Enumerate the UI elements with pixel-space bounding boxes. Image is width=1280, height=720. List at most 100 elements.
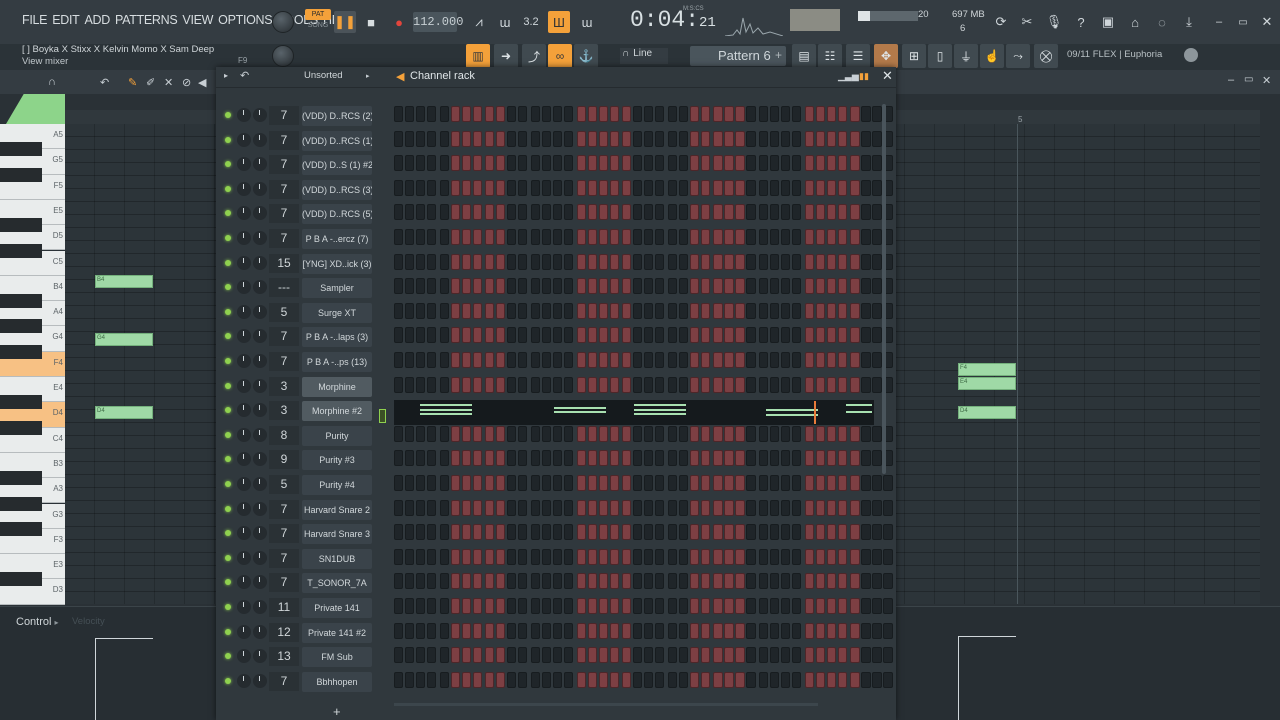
channel-pan-knob[interactable] [237,649,251,664]
step-button[interactable] [861,278,871,295]
step-button[interactable] [609,524,619,541]
step-button[interactable] [667,106,678,122]
channel-volume-knob[interactable] [253,231,267,245]
step-button[interactable] [644,450,654,467]
step-button[interactable] [563,598,574,614]
step-button[interactable] [815,253,825,270]
step-button[interactable] [450,598,460,614]
step-button[interactable] [415,204,426,221]
step-button[interactable] [552,671,563,688]
step-button[interactable] [837,376,847,393]
piano-black-key[interactable] [0,471,42,486]
mixer-track-number[interactable]: 7 [269,106,299,125]
step-button[interactable] [781,106,791,122]
step-button[interactable] [472,647,482,664]
channel-volume-knob[interactable] [253,132,267,147]
channel-name-button[interactable]: Private 141 [302,598,372,618]
step-button[interactable] [826,524,836,541]
step-button[interactable] [576,671,586,688]
step-button[interactable] [815,647,825,664]
mixer-track-number[interactable]: 8 [269,425,299,445]
channel-name-button[interactable]: [YNG] XD..ick (3) [302,253,372,274]
step-button[interactable] [770,499,780,516]
step-button[interactable] [461,179,471,196]
step-button[interactable] [598,376,608,393]
step-button[interactable] [735,425,745,442]
step-button[interactable] [678,352,689,368]
step-button[interactable] [667,548,678,565]
step-button[interactable] [426,598,437,614]
step-button[interactable] [507,302,517,319]
step-button[interactable] [394,425,404,442]
step-button[interactable] [689,229,699,245]
step-button[interactable] [415,253,426,270]
step-button[interactable] [485,253,495,270]
mixer-track-number[interactable]: 7 [269,155,299,175]
mixer-track-number[interactable]: 7 [269,671,299,691]
step-button[interactable] [622,499,632,516]
step-button[interactable] [861,179,871,196]
step-button[interactable] [518,425,528,442]
step-button[interactable] [861,622,871,639]
step-button[interactable] [792,499,802,516]
note[interactable]: G4 [95,333,153,346]
step-button[interactable] [633,204,643,221]
step-button[interactable] [700,302,710,319]
step-button[interactable] [837,475,847,491]
step-button[interactable] [633,450,643,467]
step-button[interactable] [781,647,791,664]
step-button[interactable] [713,229,723,245]
step-button[interactable] [700,573,710,590]
step-button[interactable] [426,302,437,319]
step-button[interactable] [609,573,619,590]
step-button[interactable] [496,204,506,221]
step-button[interactable] [792,450,802,467]
plugin-db-button[interactable]: ⏚ [954,44,978,68]
step-button[interactable] [633,106,643,122]
step-button[interactable] [850,475,860,491]
step-button[interactable] [724,179,734,196]
step-button[interactable] [667,499,678,516]
step-button[interactable] [472,450,482,467]
mixer-track-number[interactable]: 13 [269,647,299,667]
channel-pan-knob[interactable] [237,108,251,122]
step-button[interactable] [678,573,689,590]
step-button[interactable] [507,598,517,614]
pr-maximize-icon[interactable]: ▭ [1244,74,1253,85]
step-button[interactable] [587,647,597,664]
step-button[interactable] [404,327,415,344]
step-button[interactable] [746,647,756,664]
step-button[interactable] [485,130,495,147]
next-arrow-button[interactable]: ➜ [494,44,518,68]
step-button[interactable] [541,155,552,172]
graph-editor-icon[interactable]: ▁▃▅ [838,71,859,82]
channel-name-button[interactable]: Bbhhopen [302,671,372,692]
step-button[interactable] [530,450,541,467]
step-button[interactable] [746,425,756,442]
step-button[interactable] [804,376,814,393]
step-button[interactable] [461,425,471,442]
step-button[interactable] [678,450,689,467]
channel-volume-knob[interactable] [253,477,267,491]
step-button[interactable] [792,524,802,541]
channel-rack-header[interactable]: ▸ ↶ Unsorted ▸ ◀ Channel rack ▁▃▅ ▮▮ ✕ [216,67,896,87]
step-button[interactable] [759,327,769,344]
channel-pan-knob[interactable] [237,157,251,172]
step-button[interactable] [804,475,814,491]
step-button[interactable] [507,352,517,368]
channel-volume-knob[interactable] [253,624,267,639]
step-button[interactable] [700,278,710,295]
step-button[interactable] [850,106,860,122]
step-button[interactable] [518,155,528,172]
channel-pan-knob[interactable] [237,329,251,344]
step-button[interactable] [792,106,802,122]
step-button[interactable] [587,204,597,221]
step-button[interactable] [439,671,449,688]
step-button[interactable] [850,327,860,344]
step-button[interactable] [496,106,506,122]
step-button[interactable] [415,376,426,393]
channel-volume-knob[interactable] [253,673,267,688]
mini-piano-roll[interactable] [394,400,874,425]
pr-minimize-icon[interactable]: – [1228,74,1234,86]
step-button[interactable] [746,671,756,688]
